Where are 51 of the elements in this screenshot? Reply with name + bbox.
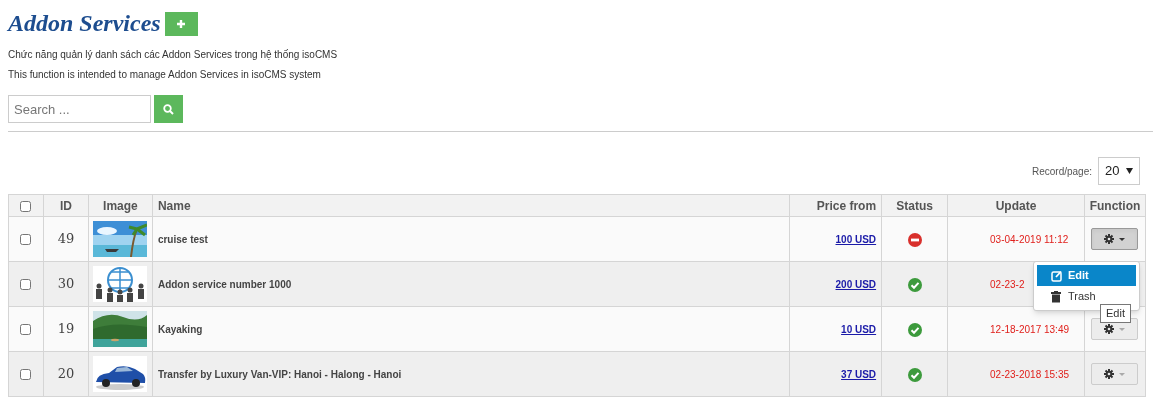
column-header: Name [157,198,191,213]
id-text: 30 [57,276,75,292]
caret-icon [1119,237,1126,241]
price-link[interactable]: 100 USD [835,234,877,245]
select-all-checkbox[interactable] [20,200,32,212]
description-text: This function is intended to manage Addon Services in isoCMS system [8,69,322,81]
gear-icon [1104,369,1115,379]
caret-icon [1126,168,1133,174]
update-date-text: 02-23-2 [990,279,1025,290]
column-header: Price from [816,198,877,213]
name-text: cruise test [157,234,208,245]
search-button[interactable] [154,95,183,123]
description-text: Chức năng quản lý danh sách các Addon Services trong hệ thống isoCMS [8,49,339,61]
name-text: Kayaking [157,324,203,335]
plus-icon [176,19,187,29]
row-checkbox[interactable] [20,279,32,291]
id-text: 19 [57,321,75,337]
name-text: Transfer by Luxury Van-VIP: Hanoi - Halong - Hanoi [157,369,402,380]
search-icon [163,103,174,115]
function-menu-button[interactable] [1091,228,1139,250]
record-per-page-select[interactable]: 20 [1098,157,1140,185]
row-checkbox[interactable] [20,369,32,381]
search-field[interactable]: Search ... [8,95,151,123]
add-button[interactable] [164,12,198,36]
caret-icon [1119,327,1126,331]
caret-icon [1119,372,1126,376]
record-per-page-label: Record/page: [1031,164,1092,179]
column-header: Update [995,198,1037,213]
page-title: Addon Services [8,11,161,35]
dropdown-menu-item[interactable]: Trash [1037,286,1136,307]
edit-icon [1051,269,1062,282]
tooltip: Edit [1100,304,1131,323]
id-text: 20 [57,366,75,382]
name-text: Addon service number 1000 [157,279,292,290]
column-header: ID [59,198,72,213]
row-checkbox[interactable] [20,324,32,336]
trash-icon [1051,290,1062,303]
gear-icon [1104,234,1115,244]
update-date-text: 02-23-2018 15:35 [990,369,1069,380]
id-text: 49 [57,231,75,247]
column-header: Function [1089,198,1141,213]
row-checkbox[interactable] [20,234,32,246]
column-header: Image [103,198,138,213]
price-link[interactable]: 200 USD [835,279,877,290]
dropdown-menu-item[interactable]: Edit [1037,265,1136,286]
column-header: Status [896,198,933,213]
update-date-text: 12-18-2017 13:49 [990,324,1069,335]
price-link[interactable]: 10 USD [841,324,877,335]
price-link[interactable]: 37 USD [841,369,877,380]
update-date-text: 03-04-2019 11:12 [990,234,1069,245]
function-menu-button[interactable] [1091,363,1139,385]
